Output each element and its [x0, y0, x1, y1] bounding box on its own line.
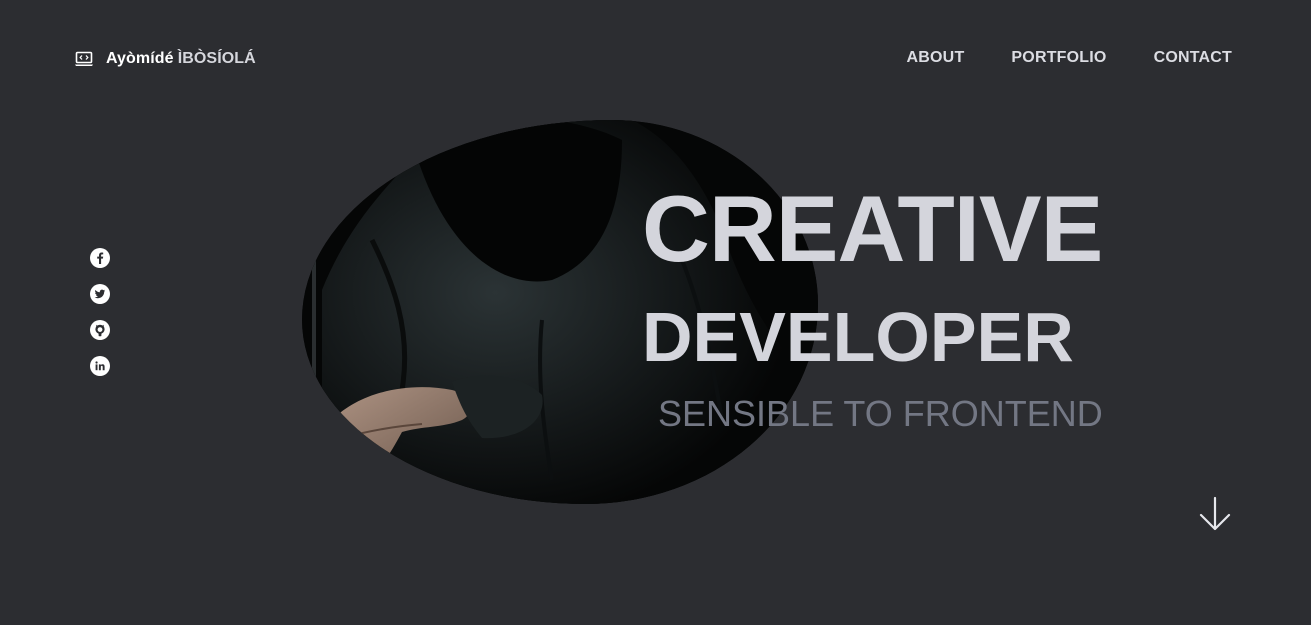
hero-subtitle: SENSIBLE TO FRONTEND	[658, 393, 1103, 434]
linkedin-icon[interactable]	[89, 355, 111, 377]
arrow-down-icon[interactable]	[1197, 496, 1233, 532]
twitter-icon[interactable]	[89, 283, 111, 305]
laptop-code-icon	[74, 49, 94, 69]
page: AyòmídéÌBÒSÍOLÁ ABOUT PORTFOLIO CONTACT	[0, 0, 1311, 625]
github-icon[interactable]	[89, 319, 111, 341]
social-links	[89, 247, 111, 377]
brand-first-name: Ayòmídé	[106, 50, 174, 67]
hero-title-line1: CREATIVE	[642, 176, 1103, 281]
brand-surname: ÌBÒSÍOLÁ	[177, 50, 256, 67]
nav-portfolio-link[interactable]: PORTFOLIO	[1011, 49, 1106, 67]
brand[interactable]: Ayòmídé ÌBÒSÍOLÁ	[74, 49, 256, 69]
nav-about-link[interactable]: ABOUT	[907, 49, 965, 67]
nav-contact-link[interactable]: CONTACT	[1154, 49, 1232, 67]
facebook-icon[interactable]	[89, 247, 111, 269]
brand-name: Ayòmídé ÌBÒSÍOLÁ	[106, 50, 256, 68]
main-nav: ABOUT PORTFOLIO CONTACT	[907, 49, 1232, 67]
hero-title-line2: DEVELOPER	[642, 298, 1074, 376]
